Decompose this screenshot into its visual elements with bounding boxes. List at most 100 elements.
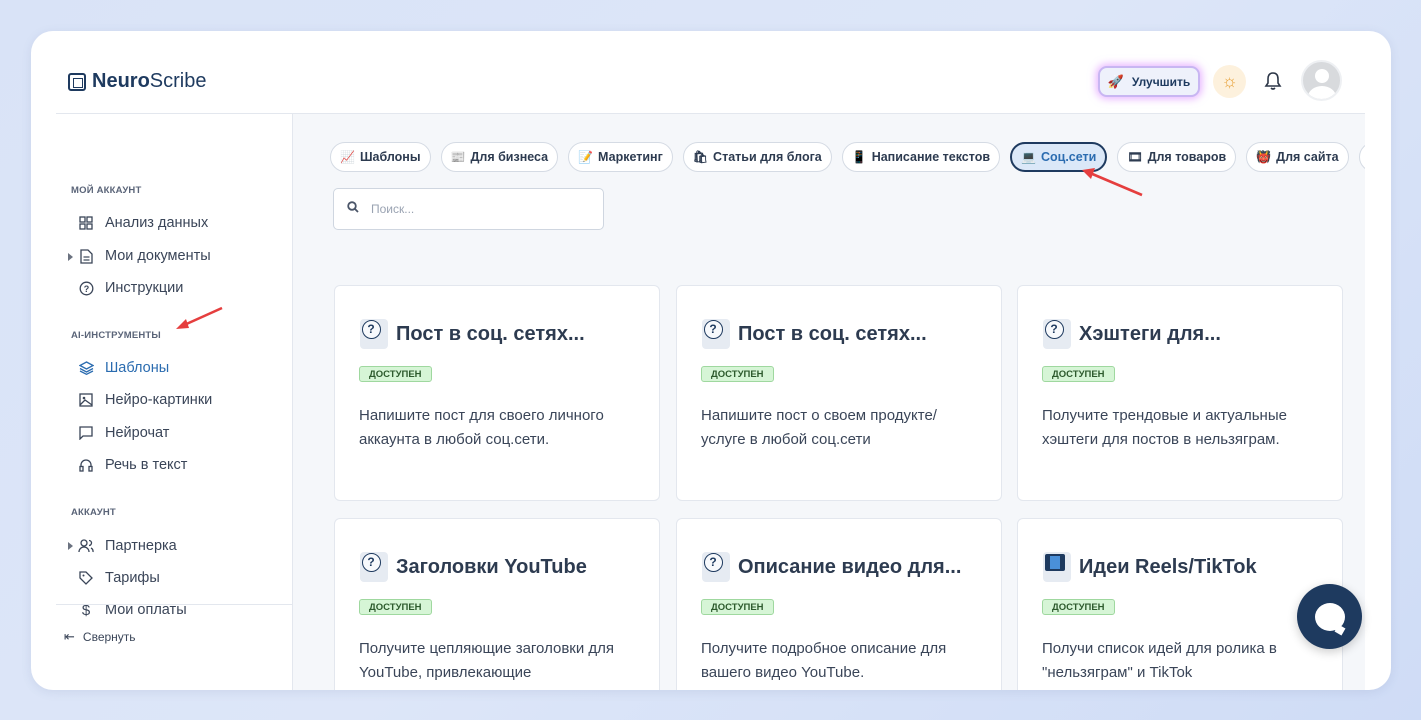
main-content: 📈 Шаблоны 📰 Для бизнеса 📝 Маркетинг 🛍 Статьи… — [293, 114, 1365, 690]
question-icon: ? — [1043, 319, 1071, 349]
caret-right-icon[interactable] — [68, 542, 73, 550]
chip-products[interactable]: 🎞 Для товаров — [1117, 142, 1237, 172]
card-title-row: Идеи Reels/TikTok — [1043, 552, 1257, 582]
question-icon: ? — [360, 319, 388, 349]
card-title: Идеи Reels/TikTok — [1079, 555, 1257, 578]
chip-label: Написание текстов — [871, 150, 991, 164]
question-icon: ? — [702, 319, 730, 349]
search-box — [333, 188, 604, 230]
image-icon — [78, 392, 94, 408]
chip-business[interactable]: 📰 Для бизнеса — [440, 142, 559, 172]
logo[interactable]: Neuro Scribe — [68, 70, 207, 93]
sidebar-item-label: Нейро-картинки — [105, 392, 213, 408]
section-title-account: АККАУНТ — [71, 507, 116, 518]
sidebar-item-speech-to-text[interactable]: Речь в текст — [78, 457, 187, 473]
template-card[interactable]: ? Пост в соц. сетях... ДОСТУПЕН Напишите… — [334, 285, 660, 501]
card-description: Получи список идей для ролика в "нельзяг… — [1042, 640, 1277, 681]
chip-copywriting[interactable]: 📱 Написание текстов — [841, 142, 1001, 172]
logo-bold: Neuro — [92, 70, 150, 92]
status-badge: ДОСТУПЕН — [1042, 366, 1115, 382]
avatar[interactable] — [1301, 60, 1342, 101]
collapse-button[interactable]: ⇤ Свернуть — [64, 629, 136, 645]
chip-more[interactable] — [1358, 142, 1365, 172]
upgrade-button[interactable]: 🚀 Улучшить — [1098, 66, 1200, 97]
sidebar-divider — [56, 604, 293, 605]
phone-emoji-icon: 📱 — [851, 150, 867, 164]
card-description: Напишите пост о своем продукте/услуге в … — [701, 407, 937, 448]
sidebar-item-label: Нейрочат — [105, 425, 170, 441]
sidebar-item-label: Партнерка — [105, 538, 177, 554]
headphones-icon — [78, 457, 94, 473]
status-badge: ДОСТУПЕН — [1042, 599, 1115, 615]
sidebar-item-neuro-images[interactable]: Нейро-картинки — [78, 392, 212, 408]
header: Neuro Scribe 🚀 Улучшить ☼ — [56, 31, 1365, 114]
sidebar-item-tariffs[interactable]: Тарифы — [78, 570, 160, 586]
sidebar-item-analytics[interactable]: Анализ данных — [78, 215, 208, 231]
collapse-icon: ⇤ — [64, 629, 75, 644]
chat-bubble-icon — [1314, 602, 1345, 631]
template-card[interactable]: ? Описание видео для... ДОСТУПЕН Получит… — [676, 518, 1002, 690]
sidebar-item-label: Тарифы — [105, 570, 160, 586]
laptop-emoji-icon: 💻 — [1021, 150, 1036, 164]
sidebar-item-instructions[interactable]: ? Инструкции — [78, 280, 183, 296]
card-title-row: ? Заголовки YouTube — [360, 552, 587, 582]
card-title-row: ? Описание видео для... — [702, 552, 961, 582]
sidebar-item-label: Шаблоны — [105, 360, 170, 376]
card-title: Пост в соц. сетях... — [396, 322, 585, 345]
status-badge: ДОСТУПЕН — [701, 366, 774, 382]
tag-icon — [78, 570, 94, 586]
template-card[interactable]: ? Хэштеги для... ДОСТУПЕН Получите тренд… — [1017, 285, 1343, 501]
rocket-icon: 🚀 — [1107, 73, 1124, 89]
sidebar-item-templates[interactable]: Шаблоны — [78, 360, 169, 376]
bell-icon[interactable] — [1261, 69, 1285, 93]
chart-emoji-icon: 📈 — [340, 150, 355, 164]
sidebar-item-documents[interactable]: Мои документы — [78, 248, 211, 264]
help-circle-icon: ? — [78, 280, 94, 296]
card-title: Пост в соц. сетях... — [738, 322, 927, 345]
memo-emoji-icon: 📝 — [578, 150, 594, 164]
chip-templates[interactable]: 📈 Шаблоны — [330, 142, 431, 172]
question-icon: ? — [702, 552, 730, 582]
search-icon — [347, 200, 359, 218]
template-card[interactable]: ? Пост в соц. сетях... ДОСТУПЕН Напишите… — [676, 285, 1002, 501]
section-title-my-account: МОЙ АККАУНТ — [71, 185, 142, 196]
sidebar-item-label: Речь в текст — [105, 457, 188, 473]
card-description: Напишите пост для своего личного аккаунт… — [359, 407, 604, 448]
shopping-bags-emoji-icon: 🛍 — [692, 150, 709, 164]
chat-widget-button[interactable] — [1297, 584, 1362, 649]
logo-rest: Scribe — [149, 70, 207, 92]
chip-label: Маркетинг — [598, 150, 663, 164]
chip-social-networks[interactable]: 💻 Соц.сети — [1010, 142, 1108, 172]
search-input[interactable] — [371, 202, 571, 216]
chip-blog-articles[interactable]: 🛍 Статьи для блога — [682, 142, 832, 172]
ogre-emoji-icon: 👹 — [1256, 150, 1272, 164]
card-title: Хэштеги для... — [1079, 322, 1221, 345]
sun-icon[interactable]: ☼ — [1213, 65, 1246, 98]
card-title-row: ? Пост в соц. сетях... — [360, 319, 585, 349]
template-card[interactable]: Идеи Reels/TikTok ДОСТУПЕН Получи список… — [1017, 518, 1343, 690]
sidebar-item-neurochat[interactable]: Нейрочат — [78, 425, 169, 441]
film-frames-emoji-icon: 🎞 — [1127, 150, 1143, 164]
caret-right-icon[interactable] — [68, 253, 73, 261]
grid-icon — [78, 215, 94, 231]
category-chips: 📈 Шаблоны 📰 Для бизнеса 📝 Маркетинг 🛍 Статьи… — [330, 142, 1365, 172]
sidebar-item-partner[interactable]: Партнерка — [78, 538, 177, 554]
status-badge: ДОСТУПЕН — [359, 366, 432, 382]
card-description: Получите подробное описание для вашего в… — [701, 640, 947, 681]
logo-icon — [68, 72, 86, 91]
layers-icon — [78, 360, 94, 376]
film-icon — [1043, 552, 1071, 582]
collapse-label: Свернуть — [82, 630, 136, 644]
chip-label: Статьи для блога — [713, 150, 822, 164]
status-badge: ДОСТУПЕН — [701, 599, 774, 615]
card-title-row: ? Хэштеги для... — [1043, 319, 1221, 349]
question-icon: ? — [360, 552, 388, 582]
newspaper-emoji-icon: 📰 — [450, 150, 466, 164]
status-badge: ДОСТУПЕН — [359, 599, 432, 615]
chip-label: Шаблоны — [359, 150, 421, 164]
chip-website[interactable]: 👹 Для сайта — [1246, 142, 1349, 172]
chip-label: Для бизнеса — [470, 150, 549, 164]
section-title-ai-tools: AI-ИНСТРУМЕНТЫ — [71, 330, 161, 341]
chip-marketing[interactable]: 📝 Маркетинг — [568, 142, 673, 172]
template-card[interactable]: ? Заголовки YouTube ДОСТУПЕН Получите це… — [334, 518, 660, 690]
